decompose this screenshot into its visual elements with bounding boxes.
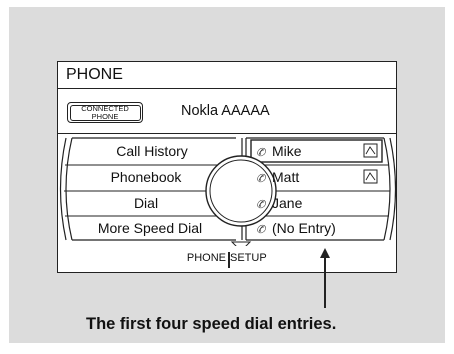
- footer-bar: PHONE SETUP: [58, 248, 396, 272]
- page-title: PHONE: [58, 62, 396, 89]
- footer-setup-label[interactable]: SETUP: [230, 252, 267, 264]
- menu-item-call-history[interactable]: Call History: [72, 140, 232, 162]
- phone-screen: PHONE CONNECTED PHONE Nokla AAAAA Call H…: [57, 61, 397, 273]
- speed-dial-name: Jane: [272, 195, 303, 211]
- connected-phone-badge: CONNECTED PHONE: [67, 102, 143, 123]
- speed-dial-name: (No Entry): [272, 220, 336, 236]
- device-name: Nokla AAAAA: [181, 103, 270, 119]
- callout-arrow-line: [324, 255, 326, 308]
- caption: The first four speed dial entries.: [86, 315, 337, 333]
- speed-dial-item-1[interactable]: ✆ Mike: [256, 140, 396, 162]
- menu-item-dial[interactable]: Dial: [66, 192, 226, 214]
- phone-handset-icon: ✆: [256, 173, 266, 185]
- connected-badge-line1: CONNECTED: [81, 104, 129, 113]
- phone-handset-icon: ✆: [256, 199, 266, 211]
- phone-handset-icon: ✆: [256, 147, 266, 159]
- footer-phone-label[interactable]: PHONE: [187, 252, 226, 264]
- speed-dial-name: Matt: [272, 169, 300, 185]
- menu-item-phonebook[interactable]: Phonebook: [66, 166, 226, 188]
- menu-area: Call History Phonebook Dial More Speed D…: [58, 134, 396, 246]
- connected-phone-row: CONNECTED PHONE Nokla AAAAA: [58, 89, 396, 134]
- speed-dial-item-3[interactable]: ✆ Jane: [256, 192, 396, 214]
- speed-dial-item-4[interactable]: ✆ (No Entry): [256, 217, 396, 239]
- menu-item-more-speed-dial[interactable]: More Speed Dial: [70, 217, 230, 239]
- phone-handset-icon: ✆: [256, 224, 266, 236]
- speed-dial-item-2[interactable]: ✆ Matt: [256, 166, 396, 188]
- speed-dial-name: Mike: [272, 143, 302, 159]
- connected-badge-line2: PHONE: [91, 112, 119, 121]
